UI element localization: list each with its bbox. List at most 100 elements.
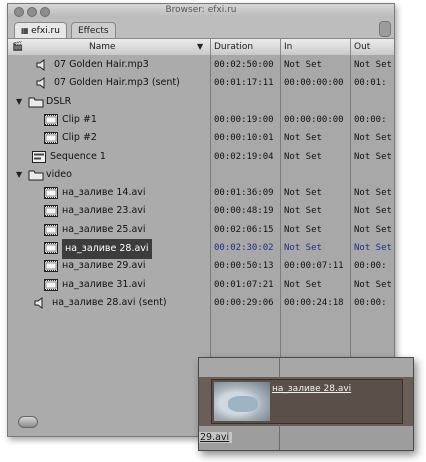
row-name[interactable]: на_заливе 31.avi <box>62 276 146 294</box>
table-row[interactable]: 07 Golden Hair.mp3 00:02:50:00 Not Set Not … <box>8 56 394 74</box>
table-row[interactable]: на_заливе 28.avi 00:02:30:02 Not Set Not Se… <box>8 239 394 259</box>
duration-cell: 00:01:17:11 <box>214 78 274 89</box>
in-cell: Not Set <box>284 188 322 199</box>
table-row[interactable]: ▼ video <box>8 166 394 184</box>
row-name[interactable]: DSLR <box>46 93 71 111</box>
table-row[interactable]: на_заливе 23.avi 00:00:48:19 Not Set Not Se… <box>8 202 394 220</box>
table-row[interactable]: ▼ DSLR <box>8 93 394 111</box>
row-name[interactable]: на_заливе 28.avi (sent) <box>52 294 167 312</box>
resize-handle[interactable] <box>18 416 38 428</box>
column-header: 🎬 Name ▼ Duration In Out <box>8 38 394 56</box>
tab-bar: ▦ efxi.ru Effects <box>8 18 394 39</box>
column-divider[interactable] <box>210 39 211 55</box>
in-cell: Not Set <box>284 206 322 217</box>
out-cell: Not Set <box>354 151 392 162</box>
row-name[interactable]: на_заливе 14.avi <box>62 184 146 202</box>
out-cell: Not Set <box>354 206 392 217</box>
table-row[interactable]: на_заливе 28.avi (sent) 00:00:29:06 00:00:… <box>8 294 394 312</box>
minimize-button[interactable] <box>27 7 37 17</box>
video-clip-icon <box>44 113 58 129</box>
row-name[interactable]: Clip #1 <box>62 111 97 129</box>
table-row[interactable]: Clip #1 00:00:19:00 00:00:00:00 00:00: <box>8 111 394 129</box>
window-title: Browser: efxi.ru <box>165 5 237 15</box>
row-name[interactable]: на_заливе 23.avi <box>62 202 146 220</box>
row-name[interactable]: на_заливе 25.avi <box>62 221 146 239</box>
drag-preview-panel: на_заливе 28.avi 29.avi <box>198 357 414 451</box>
duration-cell: 00:01:36:09 <box>214 188 274 199</box>
table-row[interactable]: на_заливе 29.avi 00:00:50:13 00:00:07:11 00… <box>8 257 394 275</box>
out-cell: Not Set <box>354 133 392 144</box>
video-clip-icon <box>44 223 58 239</box>
in-cell: Not Set <box>284 279 322 290</box>
tab-efxi[interactable]: ▦ efxi.ru <box>14 22 67 39</box>
dragged-clip-label: на_заливе 28.avi <box>272 384 352 394</box>
video-clip-icon <box>44 187 58 202</box>
row-name[interactable]: 07 Golden Hair.mp3 <box>54 56 149 74</box>
duration-cell: 00:00:19:00 <box>214 114 274 125</box>
column-name[interactable]: Name <box>89 39 116 55</box>
out-cell: Not Set <box>354 243 392 253</box>
tab-scroll-handle[interactable] <box>379 21 391 37</box>
video-clip-icon <box>44 132 58 147</box>
out-cell: Not Set <box>354 188 392 199</box>
clip-thumbnail <box>214 382 270 421</box>
row-name[interactable]: на_заливе 28.avi <box>62 239 152 259</box>
out-cell: 00:00: <box>354 261 387 272</box>
disclosure-triangle-icon[interactable]: ▼ <box>16 170 22 179</box>
folder-icon <box>28 96 44 111</box>
disclosure-triangle-icon[interactable]: ▼ <box>16 97 22 106</box>
drag-track-top <box>199 358 413 377</box>
row-name[interactable]: Sequence 1 <box>50 148 106 166</box>
dragged-clip[interactable]: на_заливе 28.avi <box>211 379 403 424</box>
duration-cell: 00:02:30:02 <box>214 243 274 253</box>
column-in[interactable]: In <box>284 39 292 55</box>
duration-cell: 00:00:48:19 <box>214 206 274 217</box>
row-name[interactable]: на_заливе 29.avi <box>62 257 146 275</box>
duration-cell: 00:00:10:01 <box>214 133 274 144</box>
row-name[interactable]: Clip #2 <box>62 129 97 147</box>
timeline-clip-name[interactable]: 29.avi <box>199 432 233 443</box>
out-cell: Not Set <box>354 60 392 70</box>
table-row[interactable]: на_заливе 14.avi 00:01:36:09 Not Set Not Se… <box>8 184 394 202</box>
video-clip-icon <box>44 205 58 220</box>
duration-cell: 00:00:29:06 <box>214 297 274 308</box>
close-button[interactable] <box>14 7 24 17</box>
video-clip-icon <box>44 278 58 294</box>
column-divider[interactable] <box>280 39 281 55</box>
in-cell: 00:00:00:00 <box>284 78 344 89</box>
table-row[interactable]: на_заливе 25.avi 00:02:06:15 Not Set Not Se… <box>8 221 394 239</box>
row-name[interactable]: video <box>46 166 72 184</box>
in-cell: Not Set <box>284 133 322 144</box>
table-row[interactable]: 07 Golden Hair.mp3 (sent) 00:01:17:11 00:0… <box>8 74 394 92</box>
column-divider[interactable] <box>350 39 351 55</box>
sort-triangle-icon[interactable]: ▼ <box>197 39 203 55</box>
in-cell: Not Set <box>284 243 322 253</box>
out-cell: 00:01: <box>354 78 387 89</box>
column-duration[interactable]: Duration <box>214 39 253 55</box>
in-cell: Not Set <box>284 151 322 162</box>
column-out[interactable]: Out <box>354 39 370 55</box>
sequence-icon <box>32 150 46 166</box>
tab-effects[interactable]: Effects <box>71 22 116 39</box>
duration-cell: 00:02:19:04 <box>214 151 274 162</box>
clapper-icon[interactable]: 🎬 <box>12 39 23 55</box>
speaker-icon <box>36 59 48 74</box>
row-name[interactable]: 07 Golden Hair.mp3 (sent) <box>54 74 180 92</box>
in-cell: 00:00:24:18 <box>284 297 344 308</box>
table-row[interactable]: Clip #2 00:00:10:01 Not Set Not Set <box>8 129 394 147</box>
folder-icon <box>28 169 44 184</box>
zoom-button[interactable] <box>40 7 50 17</box>
project-icon: ▦ <box>21 26 32 35</box>
video-clip-icon <box>44 242 58 257</box>
duration-cell: 00:02:06:15 <box>214 224 274 235</box>
table-row[interactable]: на_заливе 31.avi 00:01:07:21 Not Set Not Se… <box>8 276 394 294</box>
in-cell: 00:00:07:11 <box>284 261 344 272</box>
table-row[interactable]: Sequence 1 00:02:19:04 Not Set Not Set <box>8 148 394 166</box>
in-cell: 00:00:00:00 <box>284 114 344 125</box>
video-clip-icon <box>44 260 58 275</box>
out-cell: Not Set <box>354 279 392 290</box>
duration-cell: 00:00:50:13 <box>214 261 274 272</box>
in-cell: Not Set <box>284 60 322 70</box>
duration-cell: 00:01:07:21 <box>214 279 274 290</box>
window-titlebar[interactable]: Browser: efxi.ru <box>8 4 394 18</box>
